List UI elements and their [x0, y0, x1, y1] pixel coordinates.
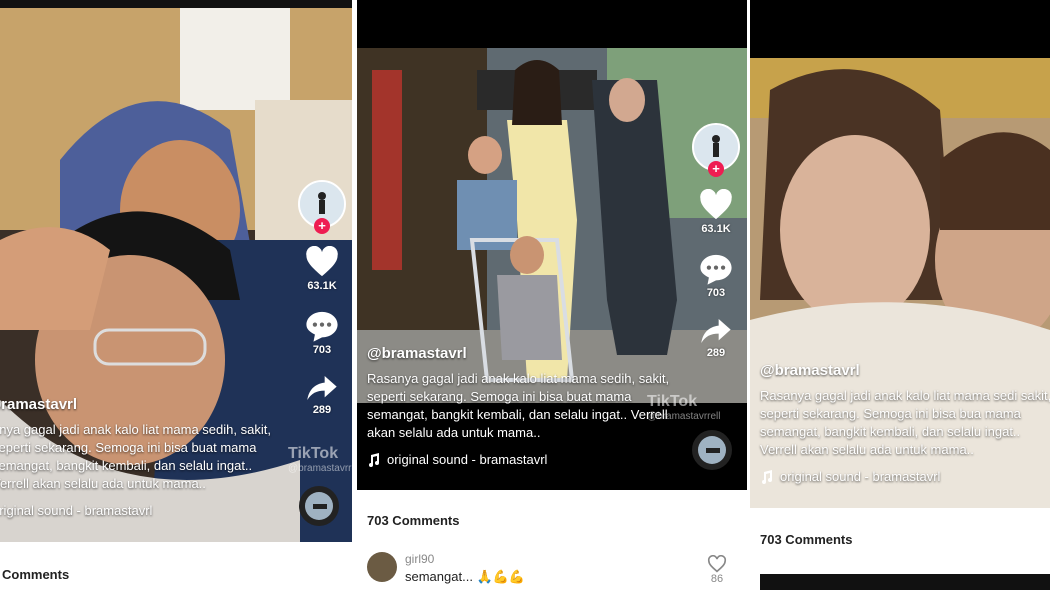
action-rail: + 63.1K 703 289	[298, 180, 346, 416]
comments-title: Comments	[2, 567, 70, 582]
sound-row[interactable]: original sound - bramastavrl	[367, 452, 687, 467]
video-player[interactable]: + 63.1K 703 289 TikTok @bramastavrrell @…	[357, 0, 747, 490]
comment-text: semangat... 🙏💪💪	[405, 569, 526, 584]
action-rail: + 63.1K 703 289	[692, 123, 740, 359]
caption-block: @bramastavrl Rasanya gagal jadi anak kal…	[760, 362, 1050, 484]
next-comment-row	[760, 574, 1050, 590]
comments-title: 703 Comments	[760, 532, 853, 547]
music-disc-icon[interactable]	[692, 430, 732, 470]
follow-plus-icon[interactable]: +	[708, 161, 724, 177]
caption-text: Rasanya gagal jadi anak kalo liat mama s…	[760, 388, 1050, 457]
caption-block: bramastavrl anya gagal jadi anak kalo li…	[0, 396, 282, 518]
caption-text: anya gagal jadi anak kalo liat mama sedi…	[0, 422, 271, 491]
like-count: 63.1K	[307, 280, 337, 292]
heart-icon[interactable]	[305, 246, 339, 278]
heart-outline-icon[interactable]	[707, 555, 727, 573]
sound-label: original sound - bramastavrl	[780, 469, 941, 484]
comments-title: 703 Comments	[367, 513, 460, 528]
tiktok-screenshot-3: @bramastavrl Rasanya gagal jadi anak kal…	[750, 0, 1050, 590]
commenter-avatar[interactable]	[367, 552, 397, 582]
sound-row[interactable]: original sound - bramastavrl	[760, 469, 1050, 484]
sound-label: original sound - bramastavrl	[387, 452, 548, 467]
creator-handle[interactable]: bramastavrl	[0, 396, 282, 413]
tiktok-screenshot-2: + 63.1K 703 289 TikTok @bramastavrrell @…	[357, 0, 747, 590]
music-note-icon	[369, 452, 379, 467]
sound-row[interactable]: original sound - bramastavrl	[0, 503, 282, 518]
commenter-username[interactable]: girl90	[405, 552, 525, 566]
like-count: 63.1K	[701, 223, 731, 235]
share-icon[interactable]	[700, 317, 732, 345]
watermark-brand: TikTok	[288, 445, 339, 462]
comment-like-count: 86	[710, 573, 724, 585]
creator-avatar[interactable]: +	[692, 123, 740, 177]
share-count: 289	[706, 347, 726, 359]
caption-block: @bramastavrl Rasanya gagal jadi anak kal…	[367, 345, 687, 467]
comment-count: 703	[312, 344, 332, 356]
sound-label: original sound - bramastavrl	[0, 503, 153, 518]
tiktok-screenshot-1: + 63.1K 703 289 TikTok @bramastavrrell b…	[0, 0, 352, 590]
creator-avatar[interactable]: +	[298, 180, 346, 234]
watermark-user: @bramastavrrell	[288, 463, 352, 474]
tiktok-watermark: TikTok @bramastavrrell	[288, 445, 352, 474]
music-disc-icon[interactable]	[299, 486, 339, 526]
caption-text: Rasanya gagal jadi anak kalo liat mama s…	[367, 371, 670, 440]
comment-item: girl90 semangat... 🙏💪💪	[367, 552, 525, 585]
music-note-icon	[762, 469, 772, 484]
video-player[interactable]: @bramastavrl Rasanya gagal jadi anak kal…	[750, 0, 1050, 508]
comment-count: 703	[706, 287, 726, 299]
comment-like[interactable]: 86	[707, 555, 727, 585]
comment-icon[interactable]	[699, 253, 733, 285]
creator-handle[interactable]: @bramastavrl	[760, 362, 1050, 379]
follow-plus-icon[interactable]: +	[314, 218, 330, 234]
heart-icon[interactable]	[699, 189, 733, 221]
creator-handle[interactable]: @bramastavrl	[367, 345, 687, 362]
share-icon[interactable]	[306, 374, 338, 402]
video-player[interactable]: + 63.1K 703 289 TikTok @bramastavrrell b…	[0, 0, 352, 542]
share-count: 289	[312, 404, 332, 416]
comment-icon[interactable]	[305, 310, 339, 342]
